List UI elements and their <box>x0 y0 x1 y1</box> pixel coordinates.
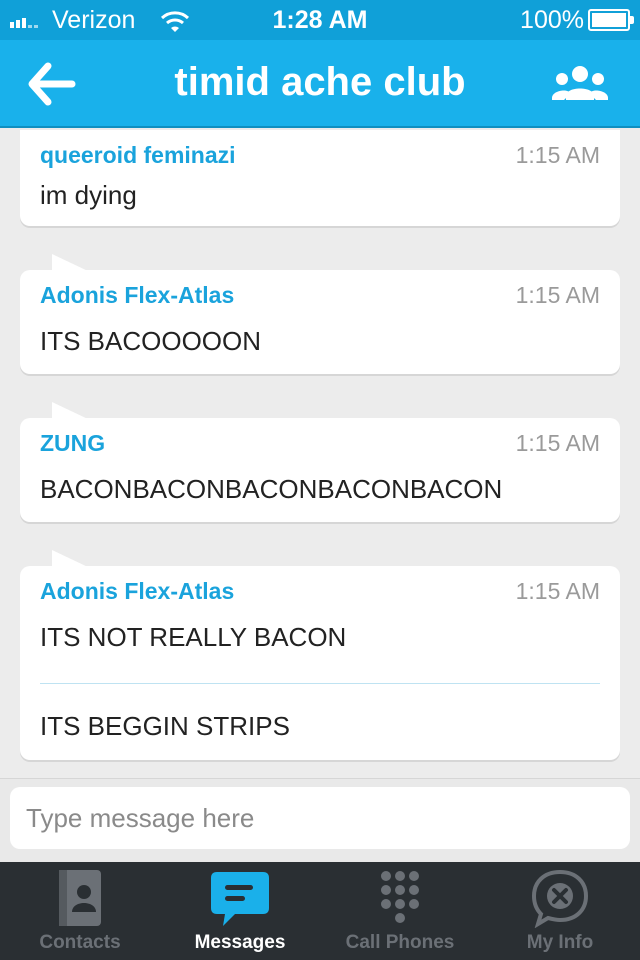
bubble-tail <box>52 254 90 272</box>
message-bubble: queeroid feminazi 1:15 AM im dying <box>20 130 620 226</box>
message-text: ITS BEGGIN STRIPS <box>40 711 290 741</box>
message-text: BACONBACONBACONBACONBACON <box>40 474 503 504</box>
bubble-tail <box>52 402 90 420</box>
group-icon[interactable] <box>550 62 610 108</box>
tab-label: My Info <box>526 932 594 953</box>
message-list[interactable]: queeroid feminazi 1:15 AM im dying Adoni… <box>0 130 640 776</box>
message-bubble: Adonis Flex-Atlas 1:15 AM ITS BACOOOOON <box>20 254 620 374</box>
tab-label: Messages <box>194 932 286 953</box>
message-timestamp: 1:15 AM <box>515 430 600 456</box>
tab-label: Contacts <box>39 932 121 953</box>
message-bubble: Adonis Flex-Atlas 1:15 AM ITS NOT REALLY… <box>20 550 620 760</box>
bubble-tail <box>52 550 90 568</box>
nav-bar: timid ache club <box>0 40 640 128</box>
message-timestamp: 1:15 AM <box>515 578 600 604</box>
message-text: im dying <box>40 180 137 210</box>
message-bubble: ZUNG 1:15 AM BACONBACONBACONBACONBACON <box>20 402 620 522</box>
status-bar: Verizon 1:28 AM 100% <box>0 0 640 40</box>
keypad-icon <box>378 868 422 933</box>
message-divider <box>40 683 600 684</box>
tab-messages[interactable]: Messages <box>160 862 320 960</box>
tab-contacts[interactable]: Contacts <box>0 862 160 960</box>
tab-my-info[interactable]: My Info <box>480 862 640 960</box>
message-timestamp: 1:15 AM <box>515 142 600 168</box>
tab-label: Call Phones <box>345 932 455 953</box>
message-sender[interactable]: Adonis Flex-Atlas <box>40 282 234 309</box>
message-sender[interactable]: Adonis Flex-Atlas <box>40 578 234 605</box>
my-info-icon <box>530 868 590 933</box>
battery-icon <box>588 9 634 31</box>
tab-bar: Contacts Messages Call Phones My Info <box>0 862 640 960</box>
messages-icon <box>209 868 271 935</box>
message-text: ITS NOT REALLY BACON <box>40 622 347 652</box>
conversation-title: timid ache club <box>174 60 466 104</box>
contacts-icon <box>55 868 105 933</box>
message-text: ITS BACOOOOON <box>40 326 262 356</box>
message-input[interactable] <box>10 787 630 849</box>
message-timestamp: 1:15 AM <box>515 282 600 308</box>
message-sender[interactable]: ZUNG <box>40 430 105 457</box>
composer-bar <box>0 778 640 862</box>
battery-percentage: 100% <box>520 6 584 34</box>
tab-call-phones[interactable]: Call Phones <box>320 862 480 960</box>
back-arrow-icon[interactable] <box>28 62 76 106</box>
message-sender[interactable]: queeroid feminazi <box>40 142 236 169</box>
